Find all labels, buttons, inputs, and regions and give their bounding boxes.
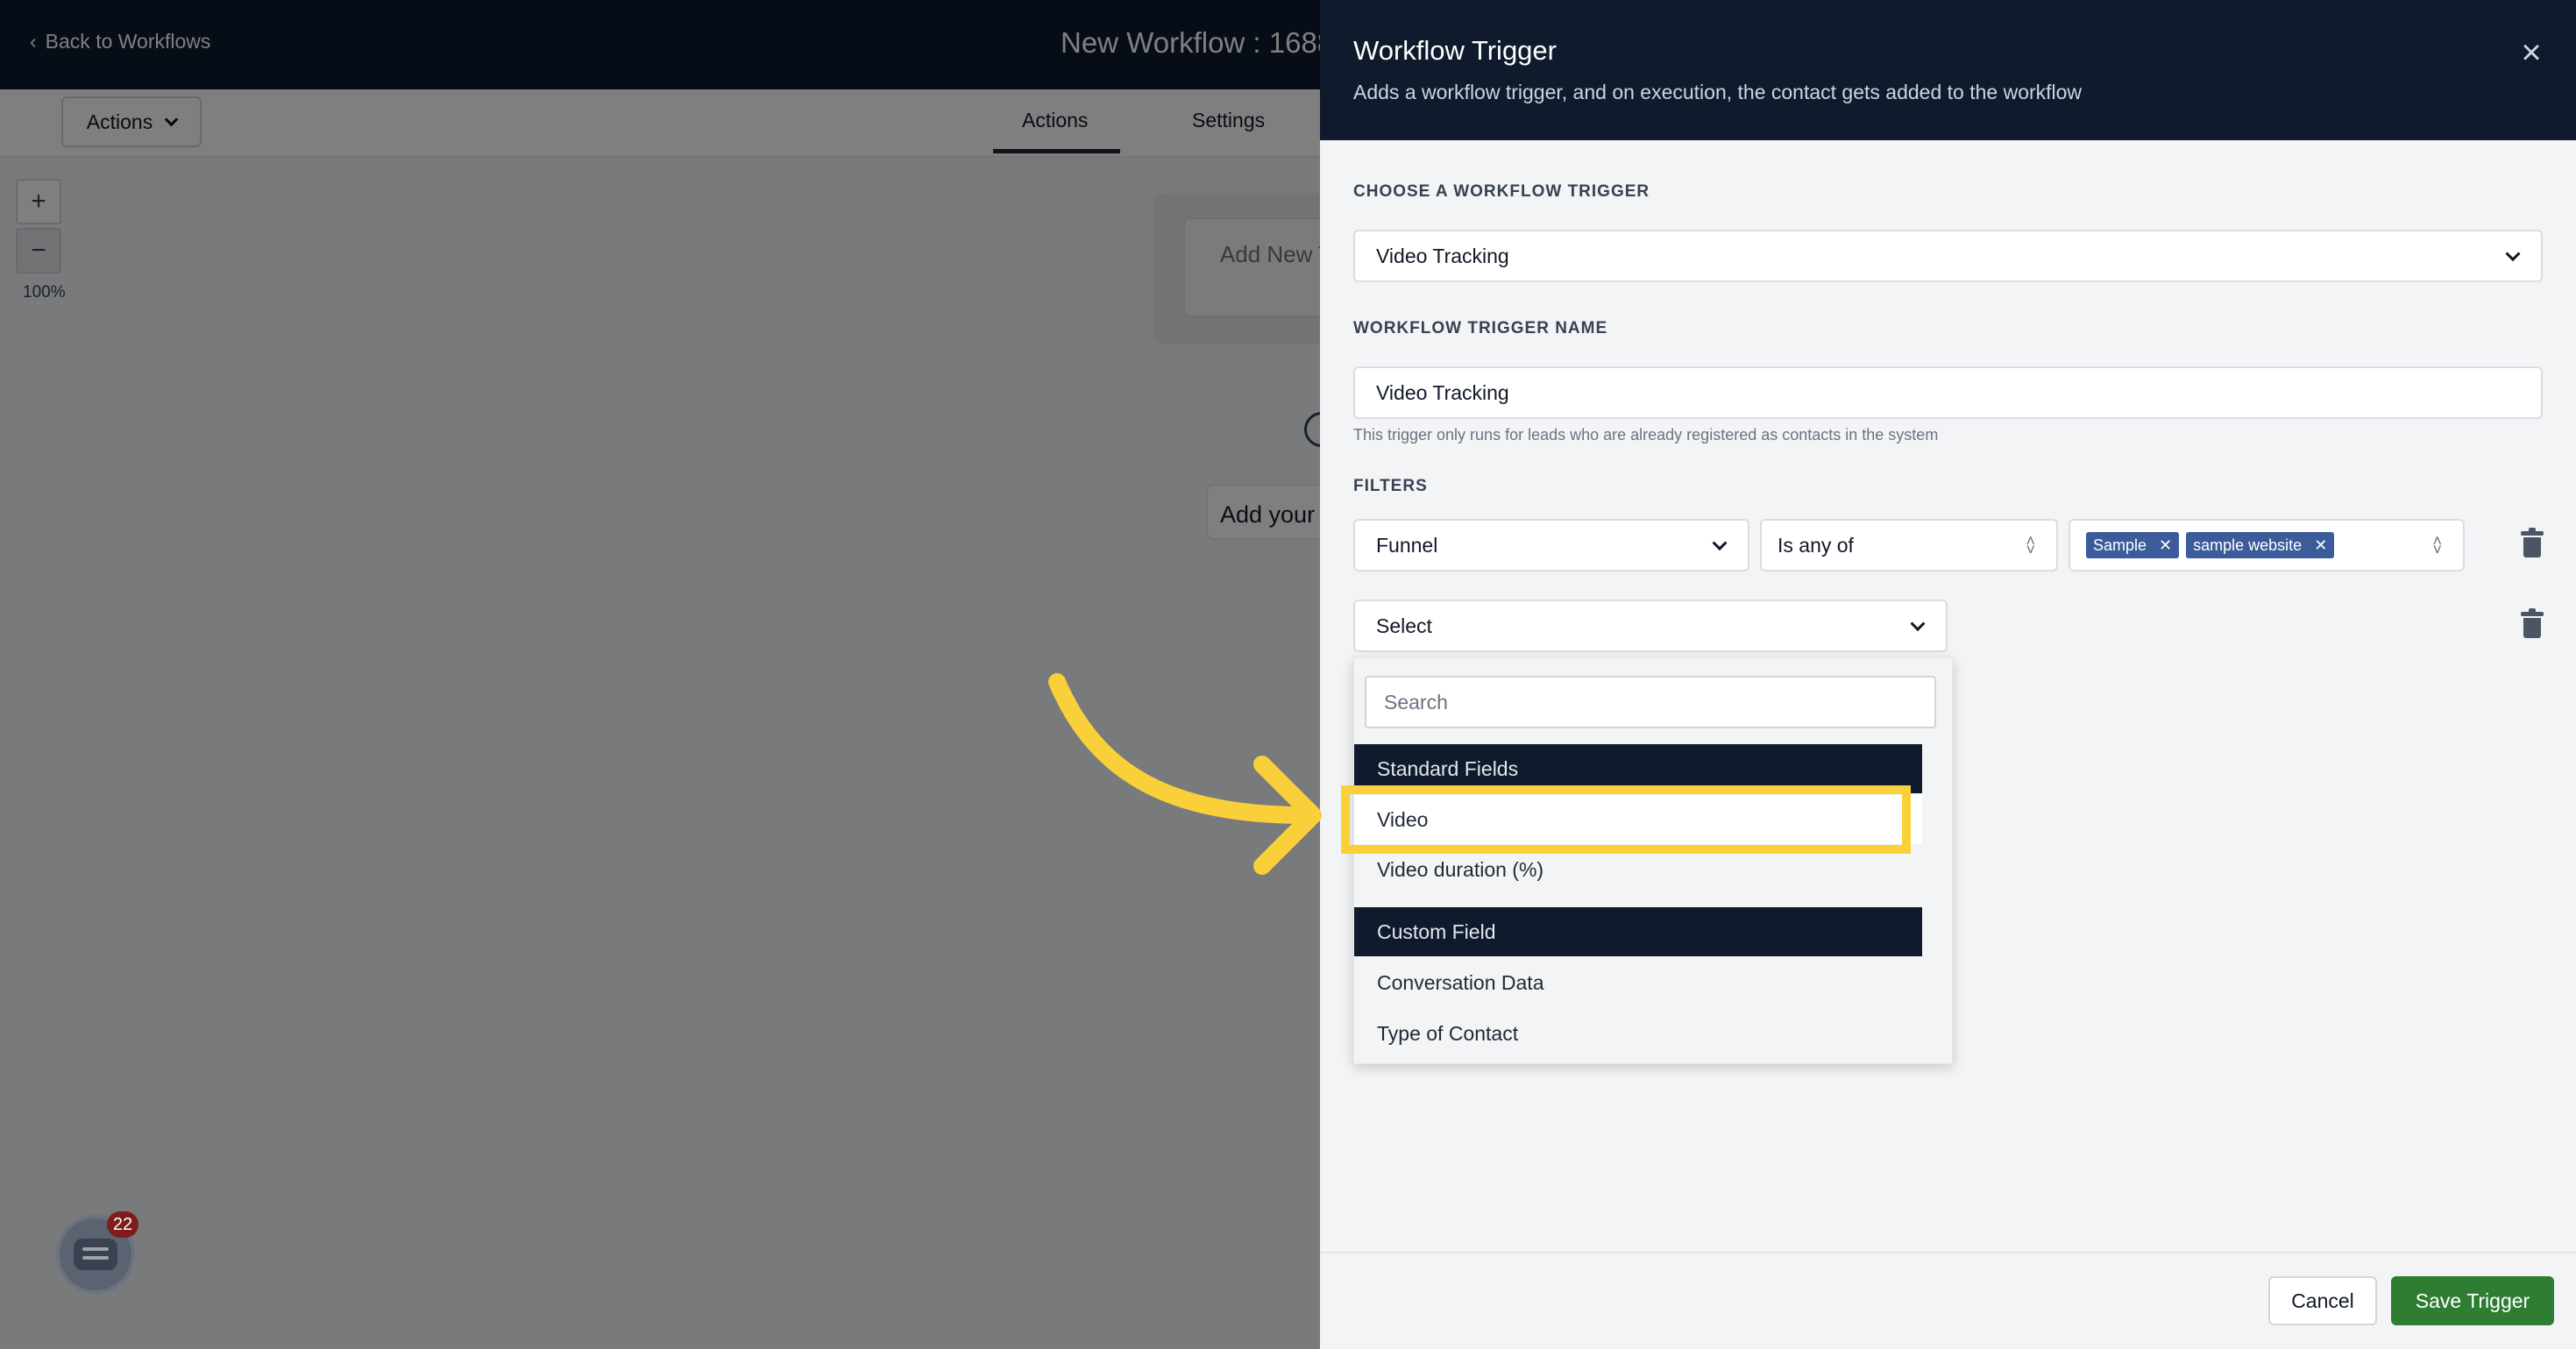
save-trigger-button[interactable]: Save Trigger — [2391, 1276, 2554, 1325]
trigger-type-select[interactable]: Video Tracking — [1353, 230, 2543, 282]
filter-tag: sample website ✕ — [2186, 532, 2335, 558]
trigger-name-input[interactable]: Video Tracking — [1353, 366, 2543, 419]
cancel-button[interactable]: Cancel — [2268, 1276, 2377, 1325]
filters-label: FILTERS — [1353, 477, 1428, 495]
filter-operator-value: Is any of — [1778, 533, 1854, 557]
chat-icon — [74, 1239, 117, 1270]
highlight-box — [1341, 785, 1911, 854]
filter-field-dropdown: Search Standard Fields Video Video durat… — [1353, 657, 1953, 1064]
chevron-down-icon — [1712, 536, 1728, 551]
dropdown-option-conversation-data[interactable]: Conversation Data — [1354, 958, 1922, 1007]
dropdown-search-input[interactable]: Search — [1365, 676, 1936, 728]
delete-filter-icon[interactable] — [2521, 528, 2544, 557]
sort-updown-icon: ˄ ˅ — [2026, 532, 2035, 558]
new-filter-field-value: Select — [1376, 614, 1432, 637]
pointer-arrow-icon — [1048, 673, 1322, 875]
filter-tag-label: sample website — [2193, 536, 2303, 554]
drawer-title: Workflow Trigger — [1353, 35, 1557, 66]
chevron-down-icon — [1910, 616, 1926, 632]
drawer-subtitle: Adds a workflow trigger, and on executio… — [1353, 81, 2083, 103]
remove-tag-icon[interactable]: ✕ — [2314, 536, 2327, 555]
trigger-name-value: Video Tracking — [1376, 380, 1509, 404]
filter-field-select[interactable]: Funnel — [1353, 519, 1749, 572]
delete-filter-icon[interactable] — [2521, 608, 2544, 638]
remove-tag-icon[interactable]: ✕ — [2159, 536, 2172, 555]
sort-updown-icon: ˄ ˅ — [2432, 532, 2442, 558]
trigger-name-label: WORKFLOW TRIGGER NAME — [1353, 319, 1608, 337]
chevron-down-icon — [2505, 246, 2521, 262]
chat-notification-badge: 22 — [107, 1211, 138, 1238]
filter-field-value: Funnel — [1376, 533, 1438, 557]
dropdown-group-custom-field: Custom Field — [1354, 907, 1922, 956]
close-icon[interactable]: × — [2512, 33, 2551, 72]
footer-divider — [1320, 1252, 2576, 1253]
new-filter-field-select[interactable]: Select — [1353, 600, 1948, 652]
choose-trigger-label: CHOOSE A WORKFLOW TRIGGER — [1353, 182, 1650, 201]
dropdown-option-type-of-contact[interactable]: Type of Contact — [1354, 1009, 1922, 1058]
filter-values-multiselect[interactable]: Sample ✕ sample website ✕ ˄ ˅ — [2069, 519, 2465, 572]
trigger-name-hint: This trigger only runs for leads who are… — [1353, 426, 1939, 444]
drawer-header: Workflow Trigger Adds a workflow trigger… — [1320, 0, 2576, 140]
filter-tag: Sample ✕ — [2086, 532, 2180, 558]
trigger-type-value: Video Tracking — [1376, 244, 1509, 267]
filter-tag-label: Sample — [2093, 536, 2147, 554]
workflow-trigger-drawer: Workflow Trigger Adds a workflow trigger… — [1320, 0, 2576, 1349]
filter-operator-select[interactable]: Is any of ˄ ˅ — [1760, 519, 2058, 572]
